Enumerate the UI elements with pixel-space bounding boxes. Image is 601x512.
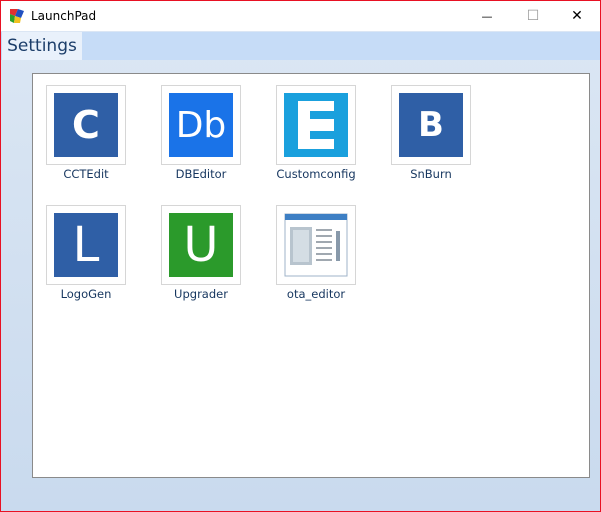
window-document-icon xyxy=(284,213,348,277)
minimize-button[interactable]: — xyxy=(464,1,510,31)
window-title: LaunchPad xyxy=(31,9,97,23)
minimize-icon: — xyxy=(481,9,493,23)
app-tile-frame: E xyxy=(276,85,356,165)
app-tile-cctedit[interactable]: C CCTEdit xyxy=(46,85,126,181)
maximize-button[interactable]: ☐ xyxy=(510,1,556,31)
app-label: ota_editor xyxy=(286,287,346,301)
logogen-icon: L xyxy=(54,213,118,277)
upgrader-icon: U xyxy=(169,213,233,277)
app-launcher-panel: C CCTEdit Db DBEditor Customconfig B SnB… xyxy=(32,73,590,478)
dbeditor-icon: Db xyxy=(169,93,233,157)
app-label: CCTEdit xyxy=(63,167,109,181)
customconfig-icon: E xyxy=(284,93,348,157)
app-label: Upgrader xyxy=(174,287,228,301)
app-label: SnBurn xyxy=(410,167,452,181)
app-tile-frame: L xyxy=(46,205,126,285)
app-tile-frame: U xyxy=(161,205,241,285)
launchpad-app-icon xyxy=(10,9,24,23)
app-tile-upgrader[interactable]: U Upgrader xyxy=(161,205,241,301)
settings-menu[interactable]: Settings xyxy=(2,32,82,60)
ota-editor-window-icon xyxy=(284,213,348,277)
app-tile-dbeditor[interactable]: Db DBEditor xyxy=(161,85,241,181)
maximize-icon: ☐ xyxy=(526,8,540,24)
app-tile-snburn[interactable]: B SnBurn xyxy=(391,85,471,181)
app-tile-ota-editor[interactable]: ota_editor xyxy=(276,205,356,301)
app-label: LogoGen xyxy=(60,287,112,301)
customconfig-e-glyph xyxy=(284,93,348,157)
app-tile-logogen[interactable]: L LogoGen xyxy=(46,205,126,301)
app-label: Customconfig xyxy=(276,167,356,181)
app-tile-frame: Db xyxy=(161,85,241,165)
snburn-icon: B xyxy=(399,93,463,157)
app-tile-frame: C xyxy=(46,85,126,165)
app-tile-frame: B xyxy=(391,85,471,165)
close-button[interactable]: ✕ xyxy=(554,1,600,31)
app-tile-frame xyxy=(276,205,356,285)
launchpad-window: LaunchPad — ☐ ✕ Settings C CCTEdit Db DB… xyxy=(0,0,601,512)
app-label: DBEditor xyxy=(175,167,227,181)
close-icon: ✕ xyxy=(571,8,583,24)
menu-bar: Settings xyxy=(1,32,600,60)
app-tile-customconfig[interactable]: E Customconfig xyxy=(276,85,356,181)
cctedit-icon: C xyxy=(54,93,118,157)
title-bar[interactable]: LaunchPad — ☐ ✕ xyxy=(1,1,600,31)
